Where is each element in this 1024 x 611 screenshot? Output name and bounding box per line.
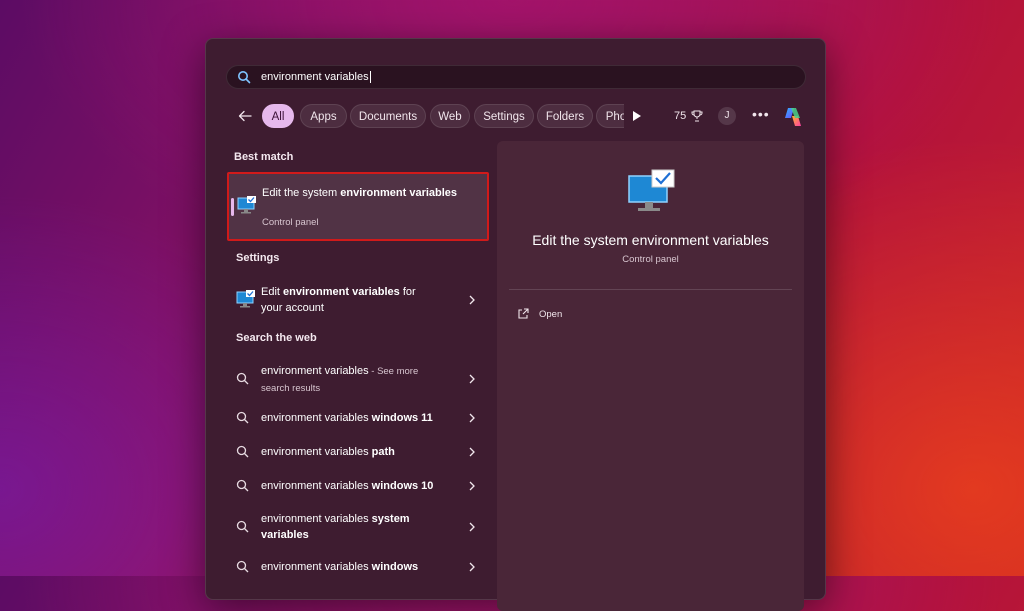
web-result-item[interactable]: environment variables - See more search … [228,361,490,397]
web-result-item[interactable]: environment variables system variables [228,509,490,545]
chip-settings[interactable]: Settings [474,104,534,128]
search-web-heading: Search the web [236,332,317,344]
search-icon [236,560,249,573]
chip-apps[interactable]: Apps [300,104,347,128]
search-icon [236,520,249,533]
web-result-item[interactable]: environment variables windows 11 [228,405,490,431]
search-query-text: environment variables [261,70,369,83]
web-result-item[interactable]: environment variables windows 10 [228,473,490,499]
avatar[interactable]: J [718,107,736,125]
best-match-title: Edit the system environment variables [262,187,458,199]
chip-web[interactable]: Web [430,104,470,128]
settings-heading: Settings [236,252,280,264]
detail-subtitle: Control panel [622,254,679,265]
search-icon [237,70,251,84]
chevron-right-icon [469,522,475,532]
web-result-item[interactable]: environment variables path [228,439,490,465]
open-action[interactable]: Open [517,305,562,323]
settings-result-text: Edit environment variables for your acco… [261,286,416,314]
open-external-icon [518,308,529,319]
chip-documents[interactable]: Documents [350,104,426,128]
detail-pane: Edit the system environment variables Co… [497,141,804,611]
web-result-text: environment variables windows 11 [261,412,433,424]
best-match-subtitle: Control panel [262,217,319,228]
back-arrow-icon[interactable] [232,103,258,129]
best-match-heading: Best match [234,151,294,163]
open-label: Open [539,308,563,320]
web-result-text: environment variables path [261,446,395,458]
trophy-icon [691,110,703,122]
chip-folders[interactable]: Folders [537,104,593,128]
web-result-text: environment variables windows 10 [261,480,434,492]
web-result-item[interactable]: environment variables windows [228,555,490,577]
scroll-right-icon[interactable] [632,103,648,129]
filter-bar: All Apps Documents Web Settings Folders … [232,103,812,129]
web-result-text: environment variables system variables [261,513,410,541]
search-icon [236,372,249,385]
chevron-right-icon [469,374,475,384]
chevron-right-icon [469,562,475,572]
detail-title: Edit the system environment variables [532,232,769,248]
start-search-panel: environment variables All Apps Documents… [205,38,826,611]
chip-photos[interactable]: Pho [596,104,624,128]
search-icon [236,411,249,424]
text-caret [369,71,371,84]
chevron-right-icon [469,447,475,457]
selection-indicator [231,198,234,216]
search-input[interactable]: environment variables [226,65,806,89]
settings-result-item[interactable]: Edit environment variables for your acco… [228,282,490,318]
more-options-icon[interactable]: ••• [752,103,770,129]
web-result-text: environment variables windows [261,561,419,573]
rewards-points[interactable]: 75 [674,103,703,129]
divider [509,289,792,290]
chevron-right-icon [469,413,475,423]
web-result-text: environment variables - See more search … [261,365,419,394]
control-panel-monitor-icon [236,290,256,313]
best-match-item[interactable]: Edit the system environment variables Co… [227,172,489,241]
search-icon [236,479,249,492]
chip-all[interactable]: All [262,104,294,128]
control-panel-monitor-icon [237,196,257,219]
copilot-icon[interactable] [780,104,806,130]
control-panel-monitor-icon [628,169,676,218]
search-icon [236,445,249,458]
chevron-right-icon [469,481,475,491]
chip-photos-clip: Pho [596,104,624,128]
chevron-right-icon [469,295,475,305]
points-value: 75 [674,110,687,122]
